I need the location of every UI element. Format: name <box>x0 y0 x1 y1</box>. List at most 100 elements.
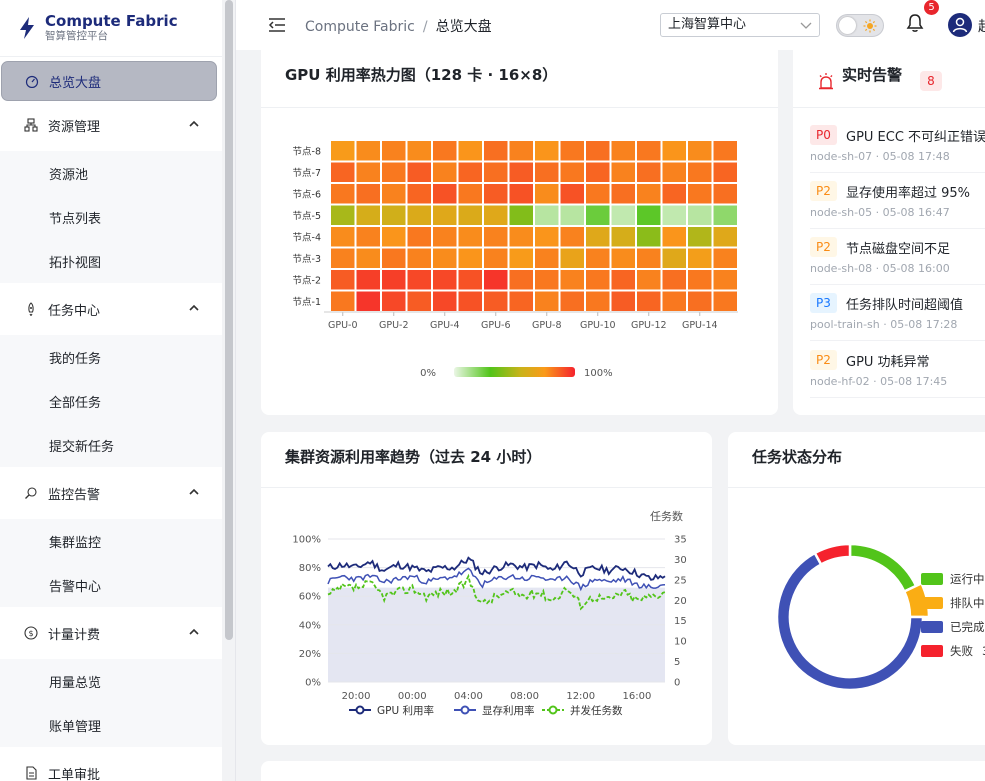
heatmap-cell[interactable] <box>535 270 559 290</box>
heatmap-cell[interactable] <box>433 248 457 269</box>
heatmap-cell[interactable] <box>637 248 661 269</box>
sidebar-item-my-tasks[interactable]: 我的任务 <box>0 335 222 379</box>
heatmap-cell[interactable] <box>382 291 406 312</box>
heatmap-cell[interactable] <box>688 141 712 161</box>
sidebar-group-monitoring[interactable]: 监控告警 <box>0 471 222 515</box>
heatmap-cell[interactable] <box>331 248 355 269</box>
heatmap-cell[interactable] <box>688 184 712 204</box>
heatmap-cell[interactable] <box>611 184 636 204</box>
heatmap-cell[interactable] <box>356 248 381 269</box>
heatmap-cell[interactable] <box>688 248 712 269</box>
heatmap-cell[interactable] <box>560 141 585 161</box>
heatmap-cell[interactable] <box>662 248 687 269</box>
heatmap-cell[interactable] <box>662 227 687 247</box>
heatmap-cell[interactable] <box>458 291 483 312</box>
heatmap-cell[interactable] <box>713 205 738 226</box>
heatmap-cell[interactable] <box>331 162 355 183</box>
heatmap-cell[interactable] <box>458 270 483 290</box>
heatmap-cell[interactable] <box>407 291 432 312</box>
heatmap-cell[interactable] <box>509 184 534 204</box>
heatmap-cell[interactable] <box>713 291 738 312</box>
heatmap-cell[interactable] <box>509 141 534 161</box>
heatmap-cell[interactable] <box>382 205 406 226</box>
heatmap-cell[interactable] <box>535 291 559 312</box>
heatmap-cell[interactable] <box>586 227 610 247</box>
heatmap-cell[interactable] <box>535 162 559 183</box>
heatmap-cell[interactable] <box>688 162 712 183</box>
sidebar-item-bill-management[interactable]: 账单管理 <box>0 703 222 747</box>
heatmap-cell[interactable] <box>458 162 483 183</box>
heatmap-cell[interactable] <box>433 162 457 183</box>
heatmap-cell[interactable] <box>407 205 432 226</box>
region-select[interactable]: 上海智算中心 <box>660 13 820 37</box>
heatmap-cell[interactable] <box>331 270 355 290</box>
heatmap-cell[interactable] <box>484 205 508 226</box>
heatmap-cell[interactable] <box>356 227 381 247</box>
heatmap-cell[interactable] <box>662 162 687 183</box>
heatmap-cell[interactable] <box>611 162 636 183</box>
heatmap-cell[interactable] <box>382 227 406 247</box>
sidebar-item-submit-task[interactable]: 提交新任务 <box>0 423 222 467</box>
heatmap-cell[interactable] <box>611 270 636 290</box>
sidebar-item-all-tasks[interactable]: 全部任务 <box>0 379 222 423</box>
heatmap-cell[interactable] <box>484 227 508 247</box>
heatmap-cell[interactable] <box>688 270 712 290</box>
trend-legend-item[interactable]: 显存利用率 <box>454 704 535 717</box>
heatmap-cell[interactable] <box>433 227 457 247</box>
heatmap-cell[interactable] <box>662 205 687 226</box>
sidebar-item-cluster-monitor[interactable]: 集群监控 <box>0 519 222 563</box>
heatmap-cell[interactable] <box>637 291 661 312</box>
heatmap-cell[interactable] <box>484 162 508 183</box>
heatmap-cell[interactable] <box>586 141 610 161</box>
heatmap-cell[interactable] <box>509 205 534 226</box>
sidebar-group-resources[interactable]: 资源管理 <box>0 103 222 147</box>
heatmap-cell[interactable] <box>356 162 381 183</box>
heatmap-cell[interactable] <box>484 248 508 269</box>
heatmap-cell[interactable] <box>356 291 381 312</box>
sidebar-item-usage-overview[interactable]: 用量总览 <box>0 659 222 703</box>
heatmap-cell[interactable] <box>713 162 738 183</box>
heatmap-cell[interactable] <box>458 205 483 226</box>
heatmap-cell[interactable] <box>586 248 610 269</box>
heatmap-cell[interactable] <box>713 141 738 161</box>
heatmap-cell[interactable] <box>586 162 610 183</box>
heatmap-cell[interactable] <box>382 162 406 183</box>
heatmap-legend-bar[interactable] <box>454 367 575 377</box>
heatmap-cell[interactable] <box>458 184 483 204</box>
heatmap-cell[interactable] <box>611 291 636 312</box>
status-legend-item[interactable]: 失败3 <box>921 644 985 658</box>
bell-icon[interactable] <box>906 13 924 33</box>
heatmap-cell[interactable] <box>331 227 355 247</box>
trend-legend-item[interactable]: GPU 利用率 <box>349 704 434 717</box>
heatmap-cell[interactable] <box>560 291 585 312</box>
sidebar-scrollbar[interactable] <box>225 0 233 640</box>
heatmap-cell[interactable] <box>611 227 636 247</box>
heatmap-cell[interactable] <box>535 248 559 269</box>
status-legend-item[interactable]: 已完成 <box>921 620 985 634</box>
heatmap-cell[interactable] <box>356 205 381 226</box>
heatmap-cell[interactable] <box>509 270 534 290</box>
status-legend-item[interactable]: 排队中 <box>921 596 985 610</box>
heatmap-cell[interactable] <box>407 270 432 290</box>
sidebar-item-overview[interactable]: 总览大盘 <box>1 61 217 101</box>
heatmap-cell[interactable] <box>458 227 483 247</box>
collapse-menu-icon[interactable] <box>268 17 286 33</box>
theme-toggle[interactable] <box>836 14 884 37</box>
heatmap-cell[interactable] <box>433 184 457 204</box>
heatmap-cell[interactable] <box>484 184 508 204</box>
heatmap-cell[interactable] <box>535 205 559 226</box>
heatmap-cell[interactable] <box>560 162 585 183</box>
heatmap-cell[interactable] <box>637 141 661 161</box>
heatmap-cell[interactable] <box>484 291 508 312</box>
heatmap-cell[interactable] <box>713 227 738 247</box>
alarm-list-item[interactable]: P2 显存使用率超过 95% node-sh-05 · 05-08 16:47 <box>810 181 985 237</box>
heatmap-cell[interactable] <box>535 227 559 247</box>
heatmap-cell[interactable] <box>382 184 406 204</box>
heatmap-cell[interactable] <box>407 184 432 204</box>
heatmap-cell[interactable] <box>586 184 610 204</box>
heatmap-cell[interactable] <box>586 291 610 312</box>
heatmap-cell[interactable] <box>713 248 738 269</box>
heatmap-cell[interactable] <box>509 162 534 183</box>
heatmap-cell[interactable] <box>356 184 381 204</box>
heatmap-cell[interactable] <box>458 141 483 161</box>
